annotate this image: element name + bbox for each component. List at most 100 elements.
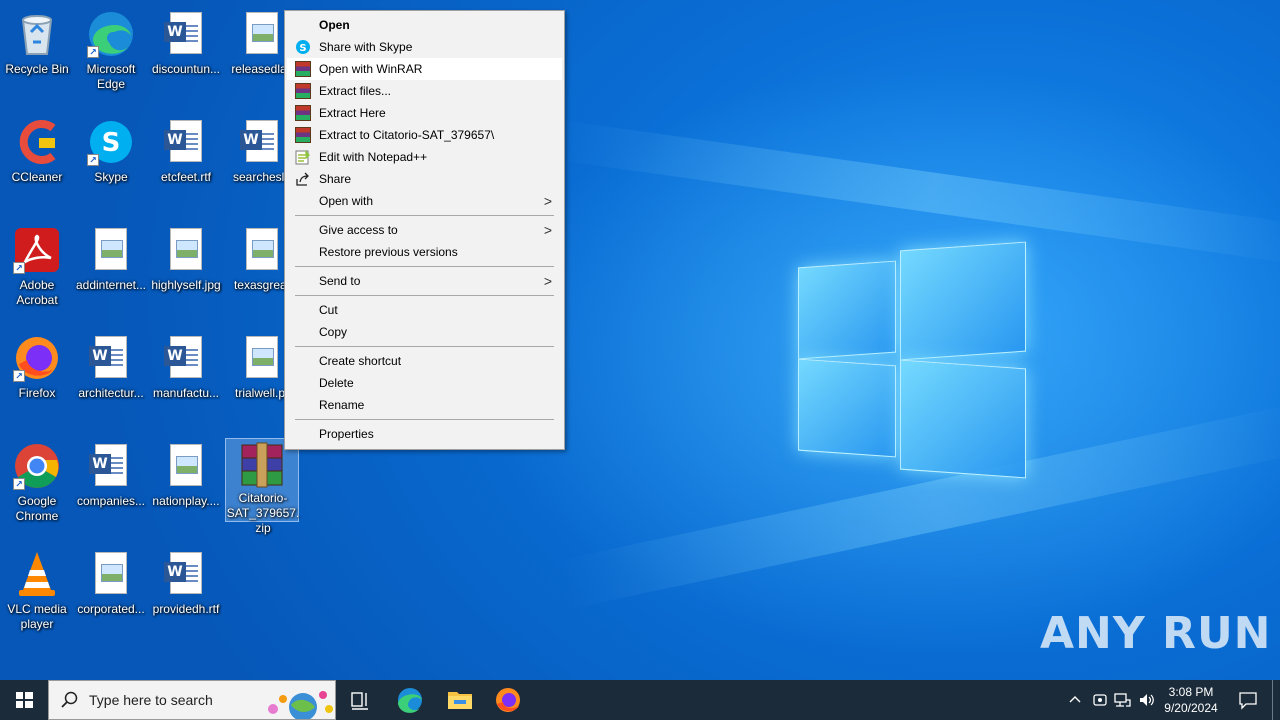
start-button[interactable] <box>0 680 48 720</box>
menu-item-give-access-to[interactable]: Give access to > <box>287 219 562 241</box>
menu-separator <box>295 346 554 347</box>
desktop-icon-word-file[interactable]: W providedh.rtf <box>148 544 224 648</box>
menu-item-cut[interactable]: Cut <box>287 299 562 321</box>
word-document-icon: W <box>162 334 210 382</box>
image-file-icon <box>238 334 286 382</box>
desktop-icon-word-file[interactable]: W architectur... <box>73 328 149 432</box>
desktop-icon-skype[interactable]: S ↗ Skype <box>73 112 149 216</box>
system-tray: 3:08 PM 9/20/2024 <box>1060 680 1280 720</box>
svg-text:S: S <box>299 43 306 54</box>
desktop-icon-recycle-bin[interactable]: Recycle Bin <box>0 4 75 108</box>
winrar-archive-icon <box>238 441 286 489</box>
windows-logo-wallpaper <box>796 241 1028 479</box>
desktop-icon-ccleaner[interactable]: CCleaner <box>0 112 75 216</box>
chevron-up-icon[interactable] <box>1068 692 1082 711</box>
word-document-icon: W <box>87 442 135 490</box>
image-file-icon <box>238 10 286 58</box>
menu-item-delete[interactable]: Delete <box>287 372 562 394</box>
menu-item-label: Copy <box>319 325 348 339</box>
desktop-icon-microsoft-edge[interactable]: ↗ Microsoft Edge <box>73 4 149 108</box>
chevron-right-icon: > <box>543 222 552 238</box>
menu-item-restore-previous-versions[interactable]: Restore previous versions <box>287 241 562 263</box>
menu-item-open-with[interactable]: Open with > <box>287 190 562 212</box>
desktop-icon-adobe-acrobat[interactable]: ↗ Adobe Acrobat <box>0 220 75 324</box>
menu-item-open-with-winrar[interactable]: Open with WinRAR <box>287 58 562 80</box>
search-placeholder: Type here to search <box>89 692 213 708</box>
chrome-icon: ↗ <box>13 442 61 490</box>
menu-item-extract-to-folder[interactable]: Extract to Citatorio-SAT_379657\ <box>287 124 562 146</box>
image-file-icon <box>162 442 210 490</box>
word-document-icon: W <box>87 334 135 382</box>
taskbar-search-box[interactable]: Type here to search <box>48 680 336 720</box>
winrar-icon <box>295 105 311 121</box>
menu-item-label: Restore previous versions <box>319 245 458 259</box>
desktop-icon-image-file[interactable]: highlyself.jpg <box>148 220 224 324</box>
meet-now-icon[interactable] <box>1092 692 1108 713</box>
menu-separator <box>295 266 554 267</box>
menu-item-send-to[interactable]: Send to > <box>287 270 562 292</box>
desktop-icon-vlc[interactable]: VLC media player <box>0 544 75 648</box>
menu-item-label: Share with Skype <box>319 40 413 54</box>
desktop-icon-word-file[interactable]: W discountun... <box>148 4 224 108</box>
menu-item-label: Send to <box>319 274 361 288</box>
menu-item-label: Open with <box>319 194 374 208</box>
menu-item-label: Create shortcut <box>319 354 402 368</box>
desktop-icon-google-chrome[interactable]: ↗ Google Chrome <box>0 436 75 540</box>
menu-item-label: Edit with Notepad++ <box>319 150 428 164</box>
menu-item-label: Extract to Citatorio-SAT_379657\ <box>319 128 495 142</box>
desktop[interactable]: Recycle Bin CCleaner ↗ Adobe Acrobat ↗ F… <box>0 0 1280 680</box>
show-desktop-button[interactable] <box>1272 680 1278 720</box>
menu-item-edit-with-notepadpp[interactable]: Edit with Notepad++ <box>287 146 562 168</box>
desktop-icon-zip-archive[interactable]: Citatorio-SAT_379657.zip <box>225 438 299 535</box>
menu-item-share[interactable]: Share <box>287 168 562 190</box>
menu-item-share-with-skype[interactable]: S Share with Skype <box>287 36 562 58</box>
taskbar-edge-button[interactable] <box>386 680 434 720</box>
menu-item-label: Extract files... <box>319 84 392 98</box>
skype-icon: S ↗ <box>87 118 135 166</box>
chevron-right-icon: > <box>543 193 552 209</box>
menu-separator <box>295 215 554 216</box>
menu-item-properties[interactable]: Properties <box>287 423 562 445</box>
image-file-icon <box>87 550 135 598</box>
desktop-icon-word-file[interactable]: W manufactu... <box>148 328 224 432</box>
taskbar-file-explorer-button[interactable] <box>436 680 484 720</box>
desktop-icon-word-file[interactable]: W etcfeet.rtf <box>148 112 224 216</box>
anyrun-watermark: ANY RUN <box>1040 608 1272 659</box>
winrar-icon <box>295 61 311 77</box>
taskbar: Type here to search 3:08 PM 9/20/2024 <box>0 680 1280 720</box>
menu-item-label: Properties <box>319 427 374 441</box>
desktop-icon-image-file[interactable]: nationplay.... <box>148 436 224 540</box>
network-icon[interactable] <box>1114 692 1132 713</box>
desktop-icon-image-file[interactable]: addinternet... <box>73 220 149 324</box>
taskbar-firefox-button[interactable] <box>484 680 532 720</box>
recycle-bin-icon <box>13 10 61 58</box>
clock-time: 3:08 PM <box>1168 685 1214 699</box>
menu-item-label: Give access to <box>319 223 398 237</box>
winrar-icon <box>295 127 311 143</box>
menu-separator <box>295 419 554 420</box>
volume-icon[interactable] <box>1138 692 1156 713</box>
svg-text:S: S <box>102 128 121 158</box>
task-view-button[interactable] <box>336 680 384 720</box>
image-file-icon <box>238 226 286 274</box>
taskbar-clock[interactable]: 3:08 PM 9/20/2024 <box>1156 684 1226 716</box>
context-menu[interactable]: Open S Share with Skype Open with WinRAR… <box>284 10 565 450</box>
notepadpp-icon <box>295 149 311 165</box>
menu-item-open[interactable]: Open <box>287 14 562 36</box>
task-view-icon <box>351 692 368 710</box>
menu-item-label: Share <box>319 172 352 186</box>
menu-item-create-shortcut[interactable]: Create shortcut <box>287 350 562 372</box>
menu-item-extract-here[interactable]: Extract Here <box>287 102 562 124</box>
desktop-icon-firefox[interactable]: ↗ Firefox <box>0 328 75 432</box>
desktop-icon-image-file[interactable]: corporated... <box>73 544 149 648</box>
windows-start-icon <box>16 692 33 708</box>
image-file-icon <box>162 226 210 274</box>
desktop-icon-word-file[interactable]: W companies... <box>73 436 149 540</box>
menu-separator <box>295 295 554 296</box>
menu-item-rename[interactable]: Rename <box>287 394 562 416</box>
menu-item-copy[interactable]: Copy <box>287 321 562 343</box>
menu-item-extract-files[interactable]: Extract files... <box>287 80 562 102</box>
image-file-icon <box>87 226 135 274</box>
notification-center-icon[interactable] <box>1238 690 1258 715</box>
menu-item-label: Delete <box>319 376 354 390</box>
